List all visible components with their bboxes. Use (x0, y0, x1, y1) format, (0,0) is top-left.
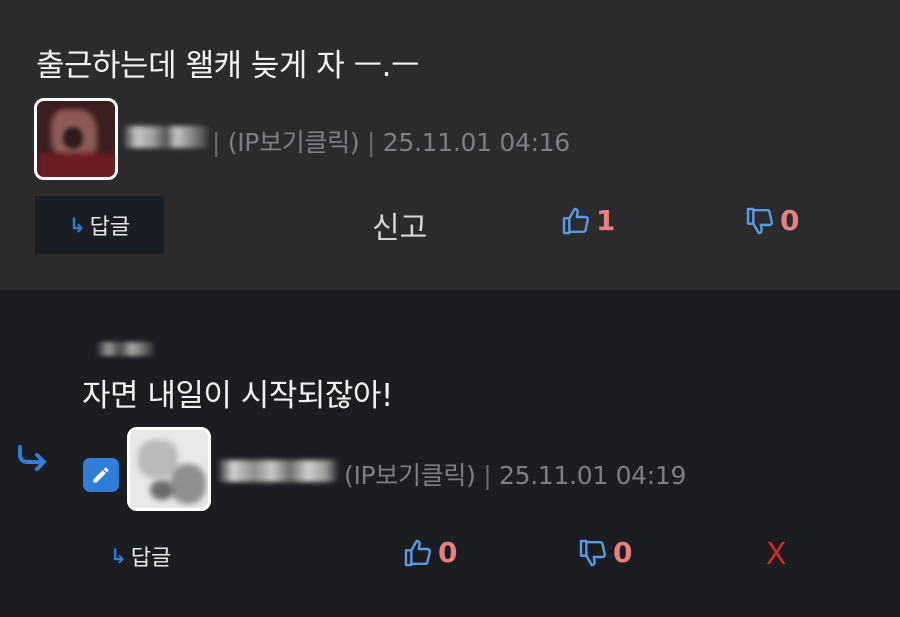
downvote-count: 0 (780, 204, 800, 237)
thumbs-up-icon (404, 539, 432, 566)
reply-text: 자면 내일이 시작되잖아! (82, 378, 393, 414)
pencil-icon (93, 467, 109, 483)
reply-arrow-icon: ↳ (110, 544, 127, 568)
comment-meta: | (IP보기클릭) | 25.11.01 04:16 (212, 123, 570, 159)
ip-view-link[interactable]: (IP보기클릭) (344, 461, 476, 490)
reply-button[interactable]: ↳ 답글 (110, 540, 171, 572)
upvote-count: 0 (438, 536, 458, 569)
comment: 출근하는데 왤캐 늦게 자 ㅡ.ㅡ | (IP보기클릭) | 25.11.01 … (0, 0, 900, 290)
reply-datetime: 25.11.01 04:19 (499, 461, 687, 490)
author-name-blurred[interactable] (124, 126, 208, 148)
comment-datetime: 25.11.01 04:16 (382, 128, 570, 157)
reply-arrow-icon: ↳ (68, 213, 86, 237)
comment-text: 출근하는데 왤캐 늦게 자 ㅡ.ㅡ (36, 48, 420, 84)
thumbs-up-icon (562, 207, 590, 234)
meta-separator: | (212, 128, 221, 157)
edit-badge (83, 458, 119, 492)
downvote-button[interactable]: 0 (744, 204, 799, 237)
reply-arrow-icon (16, 444, 48, 476)
avatar[interactable] (34, 98, 118, 180)
delete-button[interactable]: X (766, 537, 787, 572)
reply-meta: (IP보기클릭) | 25.11.01 04:19 (344, 456, 686, 492)
ip-view-link[interactable]: (IP보기클릭) (228, 128, 360, 157)
upvote-button[interactable]: 1 (560, 204, 615, 237)
upvote-button[interactable]: 0 (402, 536, 457, 569)
upvote-count: 1 (596, 204, 616, 237)
meta-separator: | (367, 128, 376, 157)
reply-label: 답글 (130, 546, 172, 571)
thumbs-down-icon (746, 207, 774, 234)
reply-label: 답글 (89, 215, 131, 240)
thumbs-down-icon (579, 539, 607, 566)
reply-avatar[interactable] (127, 427, 211, 511)
report-button[interactable]: 신고 (372, 203, 427, 247)
reply-author-name-blurred[interactable] (218, 460, 338, 482)
downvote-count: 0 (613, 536, 633, 569)
downvote-button[interactable]: 0 (577, 536, 632, 569)
reply-to-author-blurred (96, 342, 156, 356)
reply-button[interactable]: ↳ 답글 (35, 196, 164, 254)
meta-separator: | (483, 461, 492, 490)
